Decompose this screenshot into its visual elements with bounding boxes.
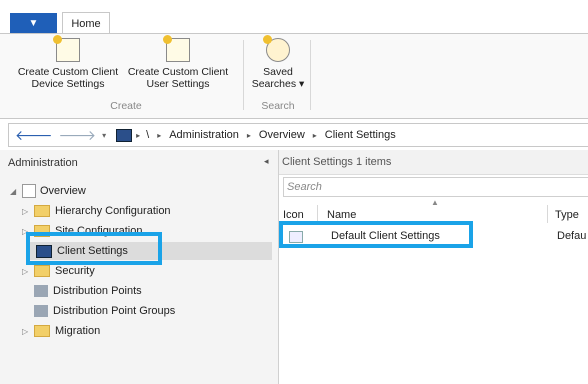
button-label-line1: Saved <box>263 66 293 78</box>
breadcrumb-root[interactable]: \ <box>146 129 149 141</box>
collapse-pane-icon[interactable]: ◂ <box>264 156 269 167</box>
chevron-down-icon: ▼ <box>28 17 39 29</box>
distribution-points-icon <box>34 285 48 297</box>
breadcrumb-arrow-icon: ▸ <box>246 130 251 140</box>
group-divider <box>243 40 244 110</box>
tree-item-label: Security <box>55 265 95 277</box>
saved-searches-button[interactable]: Saved Searches ▾ <box>248 35 308 90</box>
navigation-pane: Administration ◂ ◢ Overview ▷ Hierarchy … <box>0 150 279 384</box>
tree-item-migration[interactable]: ▷ Migration <box>22 322 100 340</box>
tree-item-label: Distribution Point Groups <box>53 305 176 317</box>
column-header-name[interactable]: Name <box>327 209 356 221</box>
address-bar: 🡐 🡒 ▾ ▸ \ ▸ Administration ▸ Overview ▸ … <box>8 123 588 147</box>
create-custom-client-device-settings-button[interactable]: Create Custom Client Device Settings <box>14 35 122 90</box>
group-divider <box>310 40 311 110</box>
tree-item-security[interactable]: ▷ Security <box>22 262 95 280</box>
saved-searches-icon <box>263 35 290 62</box>
results-header-title: Client Settings 1 items <box>282 156 392 168</box>
collapsed-triangle-icon[interactable]: ▷ <box>22 207 34 216</box>
distribution-point-groups-icon <box>34 305 48 317</box>
button-label-line2: Searches ▾ <box>251 78 305 90</box>
tree-item-hierarchy-configuration[interactable]: ▷ Hierarchy Configuration <box>22 202 171 220</box>
collapsed-triangle-icon[interactable]: ▷ <box>22 327 34 336</box>
user-settings-icon <box>163 35 190 62</box>
group-label-search: Search <box>261 100 295 112</box>
breadcrumb-overview[interactable]: Overview <box>259 129 305 141</box>
column-divider[interactable] <box>547 205 548 223</box>
search-placeholder: Search <box>287 181 322 193</box>
breadcrumb-arrow-icon: ▸ <box>312 130 317 140</box>
tree-item-label: Distribution Points <box>53 285 142 297</box>
overview-icon <box>22 184 36 198</box>
tree-item-label: Migration <box>55 325 101 337</box>
tree-item-label: Hierarchy Configuration <box>55 205 171 217</box>
breadcrumb-administration[interactable]: Administration <box>169 129 239 141</box>
column-header-icon[interactable]: Icon <box>283 209 304 221</box>
tree-item-overview[interactable]: ◢ Overview <box>10 182 86 200</box>
breadcrumb-client-settings[interactable]: Client Settings <box>325 129 396 141</box>
expanded-triangle-icon[interactable]: ◢ <box>10 187 22 196</box>
folder-icon <box>34 205 50 217</box>
button-label-line2: User Settings <box>146 78 210 90</box>
button-label-line1: Create Custom Client <box>17 66 119 78</box>
collapsed-triangle-icon[interactable]: ▷ <box>22 267 34 276</box>
console-icon <box>116 128 133 142</box>
ribbon: Create Custom Client Device Settings Cre… <box>0 33 588 119</box>
tree-item-label: Overview <box>40 185 86 197</box>
sort-ascending-icon: ▲ <box>431 198 439 207</box>
button-label-line2: Device Settings <box>31 78 105 90</box>
app-menu-button[interactable]: ▼ <box>10 13 57 33</box>
back-arrow-icon[interactable]: 🡐 <box>15 127 53 144</box>
history-dropdown-icon[interactable]: ▾ <box>102 131 106 140</box>
folder-icon <box>34 325 50 337</box>
button-label-line1: Create Custom Client <box>127 66 229 78</box>
create-custom-client-user-settings-button[interactable]: Create Custom Client User Settings <box>124 35 232 90</box>
highlight-box-default-client-settings <box>279 221 473 248</box>
device-settings-icon <box>53 35 80 62</box>
row-type-cell: Defau <box>557 230 587 242</box>
navigation-pane-title: Administration <box>8 157 78 169</box>
tab-home[interactable]: Home <box>62 12 110 35</box>
tree-item-distribution-point-groups[interactable]: Distribution Point Groups <box>34 302 175 320</box>
forward-arrow-icon[interactable]: 🡒 <box>59 127 97 144</box>
breadcrumb-arrow-icon: ▸ <box>136 130 141 140</box>
folder-icon <box>34 265 50 277</box>
results-pane: Client Settings 1 items Search ▲ Icon Na… <box>279 150 588 384</box>
search-input[interactable]: Search <box>283 177 588 197</box>
highlight-box-client-settings <box>26 232 162 265</box>
group-label-create: Create <box>110 100 142 112</box>
breadcrumb-arrow-icon: ▸ <box>157 130 162 140</box>
results-header: Client Settings 1 items <box>279 150 588 175</box>
column-header-type[interactable]: Type <box>555 209 579 221</box>
tree-item-distribution-points[interactable]: Distribution Points <box>34 282 142 300</box>
